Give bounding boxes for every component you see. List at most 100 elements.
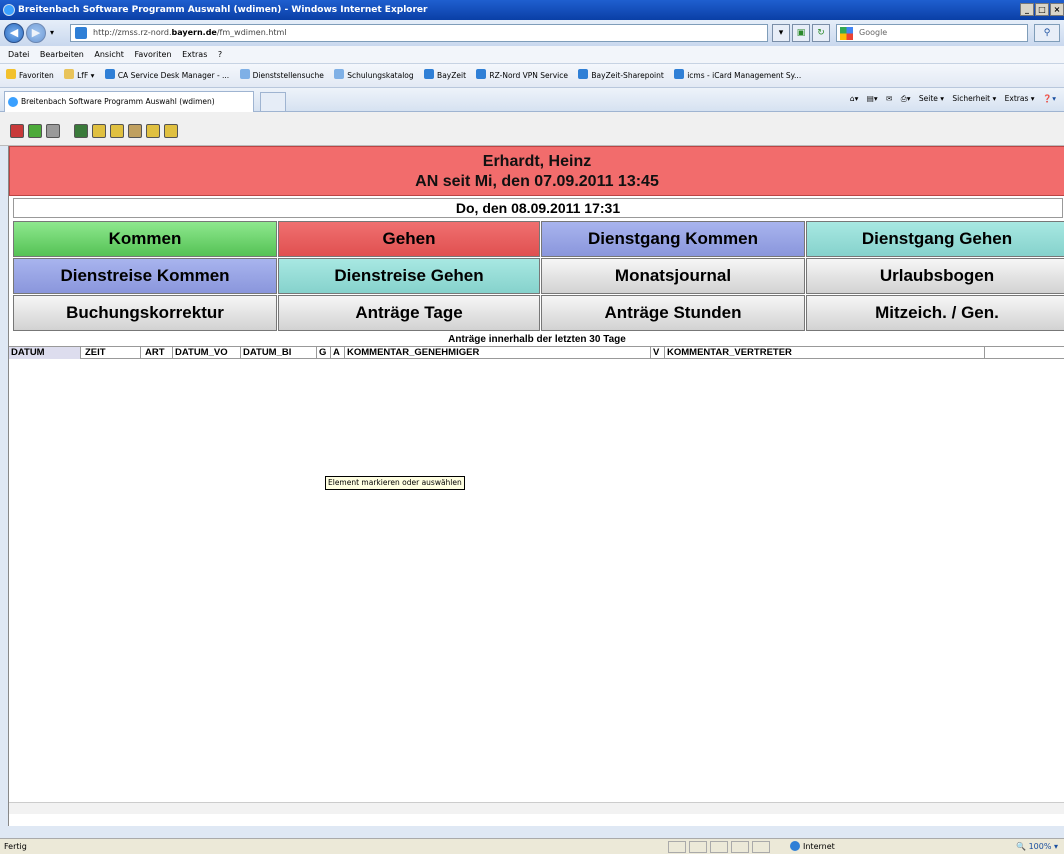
antraege-tage-button[interactable]: Anträge Tage xyxy=(278,295,540,331)
cmd-sicherheit[interactable]: Sicherheit ▾ xyxy=(952,94,996,103)
gehen-button[interactable]: Gehen xyxy=(278,221,540,257)
tooltip: Element markieren oder auswählen xyxy=(325,476,465,490)
dienstgang-kommen-button[interactable]: Dienstgang Kommen xyxy=(541,221,805,257)
dienstreise-gehen-button[interactable]: Dienstreise Gehen xyxy=(278,258,540,294)
menu-help[interactable]: ? xyxy=(218,50,222,59)
command-bar: ⌂▾ ▤▾ ✉ ⎙▾ Seite ▾ Sicherheit ▾ Extras ▾… xyxy=(844,94,1056,104)
folder-icon xyxy=(64,69,75,79)
minimize-button[interactable]: _ xyxy=(1020,3,1034,16)
column-header[interactable]: DATUM_VO xyxy=(173,347,241,359)
column-header[interactable]: V xyxy=(651,347,665,359)
cmd-seite[interactable]: Seite ▾ xyxy=(919,94,944,103)
column-header[interactable]: KOMMENTAR_GENEHMIGER xyxy=(345,347,651,359)
fav-label: RZ-Nord VPN Service xyxy=(489,71,568,80)
forward-icon[interactable]: ▶ xyxy=(26,23,46,43)
monatsjournal-button[interactable]: Monatsjournal xyxy=(541,258,805,294)
search-icon[interactable]: ⚲ xyxy=(1034,24,1060,42)
new-tab-button[interactable] xyxy=(260,92,286,112)
page-icon xyxy=(424,69,435,79)
zone-label: Internet xyxy=(803,842,835,851)
tab-active[interactable]: Breitenbach Software Programm Auswahl (w… xyxy=(4,91,254,112)
page-icon xyxy=(239,69,250,79)
address-path: /fm_wdimen.html xyxy=(216,28,287,37)
menu-bar: Datei Bearbeiten Ansicht Favoriten Extra… xyxy=(0,46,1064,64)
column-header[interactable]: KOMMENTAR_VERTRETER xyxy=(665,347,985,359)
maximize-button[interactable]: □ xyxy=(1035,3,1049,16)
column-header[interactable]: ART xyxy=(143,347,173,359)
back-icon[interactable]: ◀ xyxy=(4,23,24,43)
address-prefix: http://zmss.rz-nord. xyxy=(93,28,172,37)
refresh-icon[interactable]: ↻ xyxy=(812,24,830,42)
mail-icon[interactable]: ✉ xyxy=(886,94,892,103)
app-toolbar xyxy=(0,112,1064,146)
feeds-icon[interactable]: ▤▾ xyxy=(867,94,878,103)
action-buttons: Kommen Gehen Dienstgang Kommen Dienstgan… xyxy=(13,221,1064,331)
column-header[interactable]: DATUM_BI xyxy=(241,347,317,359)
column-header[interactable]: DATUM xyxy=(9,347,81,359)
fav-item-ca[interactable]: CA Service Desk Manager - ... xyxy=(104,64,230,87)
menu-favoriten[interactable]: Favoriten xyxy=(134,50,171,59)
menu-extras[interactable]: Extras xyxy=(182,50,207,59)
table-header: DATUM ZEIT ART DATUM_VO DATUM_BI G A KOM… xyxy=(9,346,1064,359)
search-placeholder: Google xyxy=(859,28,888,37)
cmd-extras[interactable]: Extras ▾ xyxy=(1005,94,1035,103)
address-dropdown-icon[interactable]: ▾ xyxy=(772,24,790,42)
fav-item-icms[interactable]: icms - iCard Management Sy... xyxy=(674,64,801,87)
column-header[interactable]: ZEIT xyxy=(83,347,141,359)
fav-label: Dienststellensuche xyxy=(252,71,324,80)
kommen-button[interactable]: Kommen xyxy=(13,221,277,257)
fav-item-sharepoint[interactable]: BayZeit-Sharepoint xyxy=(578,64,664,87)
dienstreise-kommen-button[interactable]: Dienstreise Kommen xyxy=(13,258,277,294)
favorites-button[interactable]: Favoriten xyxy=(6,64,54,87)
fav-item-dienststellensuche[interactable]: Dienststellensuche xyxy=(239,64,324,87)
fav-label: CA Service Desk Manager - ... xyxy=(117,71,230,80)
exit-icon[interactable] xyxy=(10,124,24,138)
ie-icon xyxy=(3,4,15,16)
employee-name: Erhardt, Heinz xyxy=(482,153,592,170)
search-doc-icon[interactable] xyxy=(146,124,160,138)
app-content: Erhardt, Heinz AN seit Mi, den 07.09.201… xyxy=(8,146,1064,826)
dienstgang-gehen-button[interactable]: Dienstgang Gehen xyxy=(806,221,1064,257)
search-input[interactable]: Google xyxy=(836,24,1028,42)
security-zone[interactable]: Internet xyxy=(790,839,960,854)
menu-bearbeiten[interactable]: Bearbeiten xyxy=(40,50,84,59)
tab-label: Breitenbach Software Programm Auswahl (w… xyxy=(21,97,215,106)
page-icon xyxy=(75,27,87,39)
menu-datei[interactable]: Datei xyxy=(8,50,29,59)
menu-ansicht[interactable]: Ansicht xyxy=(94,50,124,59)
fav-item-vpn[interactable]: RZ-Nord VPN Service xyxy=(476,64,568,87)
status-bar: Fertig Internet 🔍 100% ▾ xyxy=(0,838,1064,854)
compatibility-icon[interactable]: ▣ xyxy=(792,24,810,42)
address-domain: bayern.de xyxy=(171,28,217,37)
buchungskorrektur-button[interactable]: Buchungskorrektur xyxy=(13,295,277,331)
close-button[interactable]: × xyxy=(1050,3,1064,16)
status-cells xyxy=(668,841,788,853)
fav-item-schulungskatalog[interactable]: Schulungskatalog xyxy=(334,64,414,87)
list-title: Anträge innerhalb der letzten 30 Tage xyxy=(448,334,626,345)
fav-item-lff[interactable]: LfF ▾ xyxy=(64,64,94,87)
browser-window: Breitenbach Software Programm Auswahl (w… xyxy=(0,0,1064,854)
urlaubsbogen-button[interactable]: Urlaubsbogen xyxy=(806,258,1064,294)
help-doc-icon[interactable] xyxy=(164,124,178,138)
globe-icon xyxy=(790,841,800,851)
zoom-level: 100% xyxy=(1028,842,1052,851)
help-icon[interactable]: ❓▾ xyxy=(1043,94,1056,103)
back-arrow-icon[interactable] xyxy=(28,124,42,138)
address-bar[interactable]: http://zmss.rz-nord.bayern.de/fm_wdimen.… xyxy=(70,24,768,42)
mitzeichnung-button[interactable]: Mitzeich. / Gen. xyxy=(806,295,1064,331)
home-icon[interactable]: ⌂▾ xyxy=(850,94,859,103)
column-header[interactable]: G xyxy=(317,347,331,359)
favorites-label: Favoriten xyxy=(19,71,54,80)
printer-icon[interactable] xyxy=(46,124,60,138)
print-icon[interactable]: ⎙▾ xyxy=(901,94,911,103)
antraege-stunden-button[interactable]: Anträge Stunden xyxy=(541,295,805,331)
help-doc-icon[interactable] xyxy=(92,124,106,138)
zoom-control[interactable]: 🔍 100% ▾ xyxy=(1016,839,1058,854)
help-doc-icon[interactable] xyxy=(110,124,124,138)
edit-doc-icon[interactable] xyxy=(128,124,142,138)
column-header[interactable]: A xyxy=(331,347,345,359)
horizontal-scrollbar[interactable] xyxy=(9,802,1064,814)
logout-icon[interactable] xyxy=(74,124,88,138)
fav-item-bayzeit[interactable]: BayZeit xyxy=(424,64,466,87)
history-dropdown-icon[interactable]: ▾ xyxy=(50,28,54,37)
